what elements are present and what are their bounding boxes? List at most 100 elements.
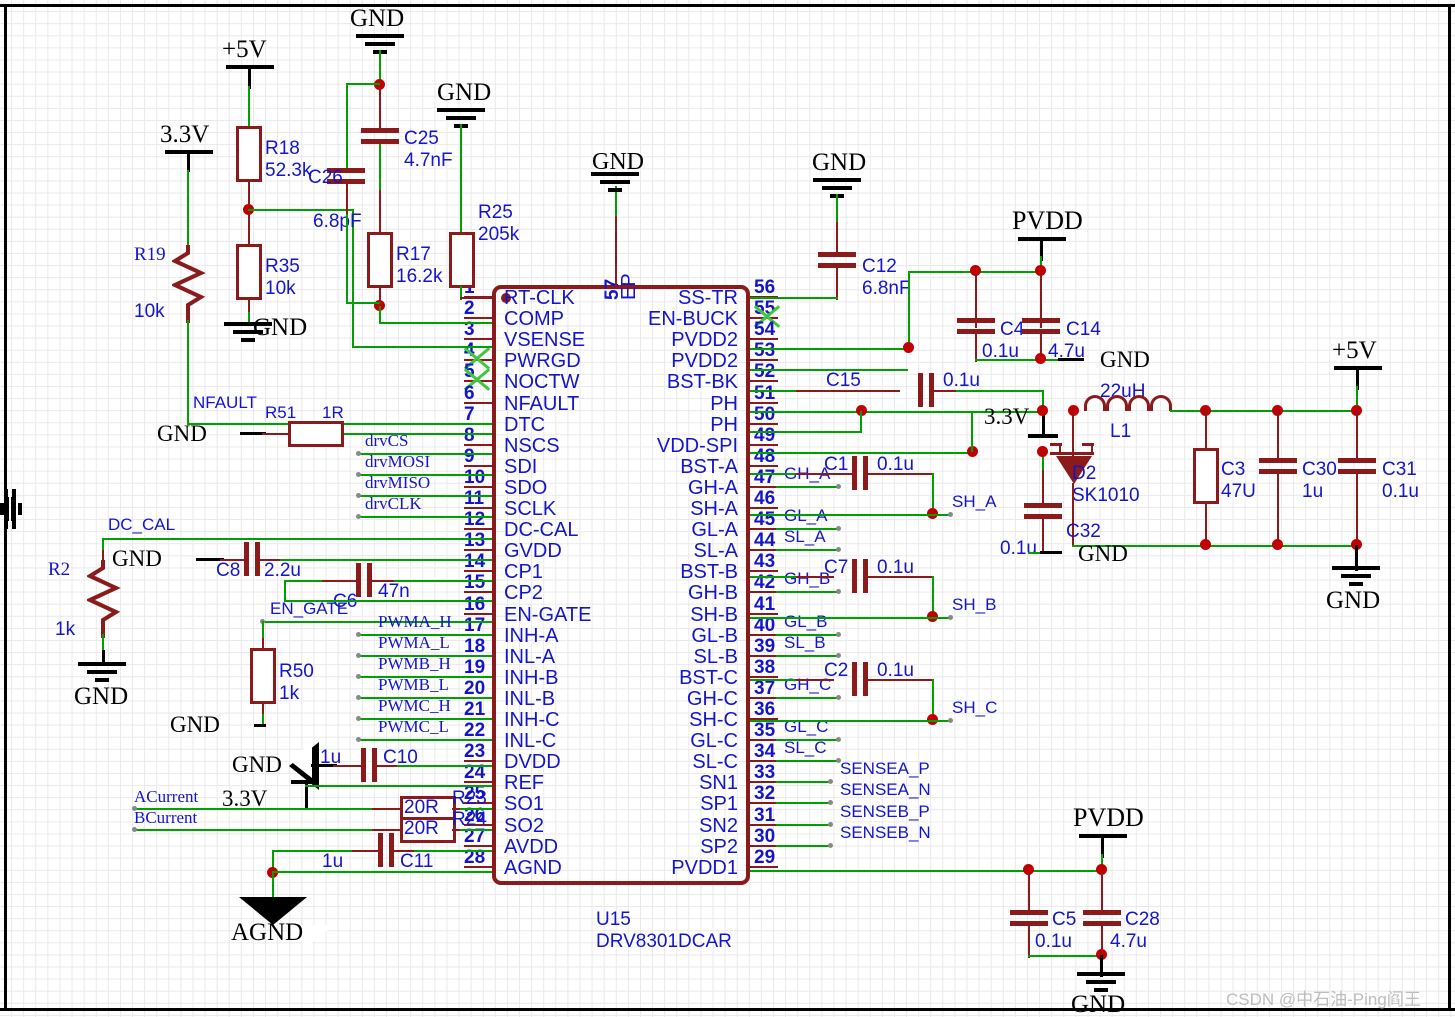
pin-label-pvdd2: PVDD2 (671, 350, 738, 373)
power-rail-3v3-buck-bar (1028, 434, 1058, 438)
pin-label-sn1: SN1 (699, 772, 738, 795)
net-label-pwma-h: PWMA_H (378, 611, 452, 631)
gnd-symbol-c32 (0, 176, 22, 529)
power-label-pvdd-bottom: PVDD (1073, 803, 1144, 832)
wire-gnd-to-c25 (379, 50, 381, 82)
capacitor-c1-value: 0.1u (877, 454, 914, 475)
pin-label-ref: REF (504, 772, 544, 795)
resistor-r23-value: 20R (404, 797, 439, 818)
capacitor-c25-value: 4.7nF (404, 150, 453, 171)
wire-c15-to-ph (956, 390, 1044, 392)
resistor-r50 (250, 648, 276, 704)
wire-sh-c (750, 720, 950, 722)
wire-c7-right (866, 576, 934, 578)
net-label-sensea-p: SENSEA_P (840, 759, 930, 779)
pin-label-gvdd: GVDD (504, 540, 562, 563)
capacitor-c6-value: 47n (378, 581, 410, 602)
gnd-label-5v: GND (1326, 587, 1381, 614)
wire-gnd-c14-stub (1058, 358, 1084, 361)
resistor-r35-ref: R35 (265, 256, 300, 277)
wire-c2-right (866, 679, 934, 681)
wire-sensea-n (776, 802, 832, 805)
power-label-pvdd-top: PVDD (1012, 206, 1083, 235)
wire-c6-to-pin14 (394, 580, 492, 582)
resistor-r24-value: 20R (404, 818, 439, 839)
resistor-r50-ref: R50 (279, 661, 314, 682)
stub-drvcs (356, 451, 361, 456)
wire-sensea-p (776, 781, 832, 784)
pin-number-30: 30 (754, 825, 776, 847)
stub-senseb-n (828, 842, 833, 848)
power-label-5v-right: +5V (1332, 337, 1377, 364)
gnd-symbol-ep (591, 172, 639, 194)
junction-c14-gnd (1035, 353, 1046, 364)
pin-label-inh-c: INH-C (504, 709, 560, 731)
capacitor-c5 (1010, 910, 1048, 926)
pin-label-inh-b: INH-B (504, 666, 559, 689)
capacitor-c26-ref: C26 (308, 167, 343, 188)
net-label-pwmb-h: PWMB_H (378, 653, 451, 673)
pin-number-20: 20 (464, 677, 486, 699)
pin-number-23: 23 (464, 741, 486, 763)
wire-c32-bottom (1042, 519, 1044, 553)
net-label-sl-a: SL_A (784, 527, 826, 547)
wire-c4-c14-gnd (975, 359, 1061, 361)
wire-c26-bottom (346, 184, 348, 218)
wire-c26-down (346, 214, 348, 304)
capacitor-c32-value: 0.1u (1000, 538, 1037, 559)
capacitor-c4 (957, 318, 995, 334)
stub-gh-b (836, 589, 841, 595)
resistor-r51-ref: R51 (265, 403, 297, 422)
pin-number-13: 13 (464, 530, 486, 552)
junction-3v3-buck (1037, 405, 1048, 416)
wire-c25-top (379, 87, 381, 129)
diode-d2-schottky-rv (1091, 443, 1093, 453)
capacitor-c11-ref: C11 (400, 851, 434, 872)
pin-number-52: 52 (754, 361, 776, 383)
wire-to-r17 (379, 190, 381, 234)
wire-c11-to-pin27 (414, 850, 492, 852)
resistor-r24-ref: R24 (452, 809, 487, 830)
resistor-r23-ref: R23 (452, 788, 487, 809)
pin-label-inl-c: INL-C (504, 730, 557, 753)
capacitor-c15-value: 0.1u (943, 370, 980, 391)
capacitor-c3-value: 47U (1221, 481, 1256, 502)
wire-gh-b (776, 591, 840, 594)
sheet-border-top (0, 4, 1455, 7)
pin-number-19: 19 (464, 656, 486, 678)
pin-number-39: 39 (754, 635, 776, 657)
wire-c3-bottom (1205, 502, 1207, 544)
pin-number-32: 32 (754, 783, 776, 805)
capacitor-c30 (1259, 458, 1297, 474)
capacitor-c5-ref: C5 (1052, 909, 1077, 930)
capacitor-c15-ref: C15 (826, 370, 861, 391)
wire-c26-join (346, 302, 380, 304)
wire-ep-stem (615, 213, 617, 288)
wire-c4-bottom (975, 334, 977, 362)
pin-number-31: 31 (754, 804, 776, 826)
wire-c31-top (1356, 410, 1358, 462)
wire-c6-left-seg (322, 580, 358, 582)
resistor-r18-ref: R18 (265, 138, 300, 159)
power-label-3v3-buck: 3.3V (984, 404, 1030, 429)
wire-c15-pin52 (750, 390, 796, 392)
diode-d2-value: SK1010 (1072, 485, 1140, 506)
power-label-5v-top: +5V (222, 36, 267, 63)
pin-label-sh-b: SH-B (690, 603, 738, 626)
net-label-acurrent: ACurrent (134, 787, 199, 806)
pin-number-37: 37 (754, 677, 776, 699)
gnd-symbol-c8 (0, 44, 18, 529)
pin-number-34: 34 (754, 741, 776, 763)
pin-label-so1: SO1 (504, 793, 545, 816)
wire-sh-a (750, 514, 950, 516)
power-label-gnd-r25: GND (437, 79, 492, 106)
pin-label-sn2: SN2 (699, 814, 738, 837)
gnd-label-c14: GND (1100, 347, 1150, 372)
net-label-sh-a: SH_A (952, 492, 997, 511)
capacitor-c28-ref: C28 (1125, 909, 1160, 930)
wire-c5-top (1028, 872, 1030, 914)
wire-c12-to-pin56 (750, 297, 838, 299)
wire-c26-tap (346, 83, 380, 85)
wire-pvdd2-pin54 (750, 348, 910, 350)
net-label-drvcs: drvCS (365, 431, 409, 450)
